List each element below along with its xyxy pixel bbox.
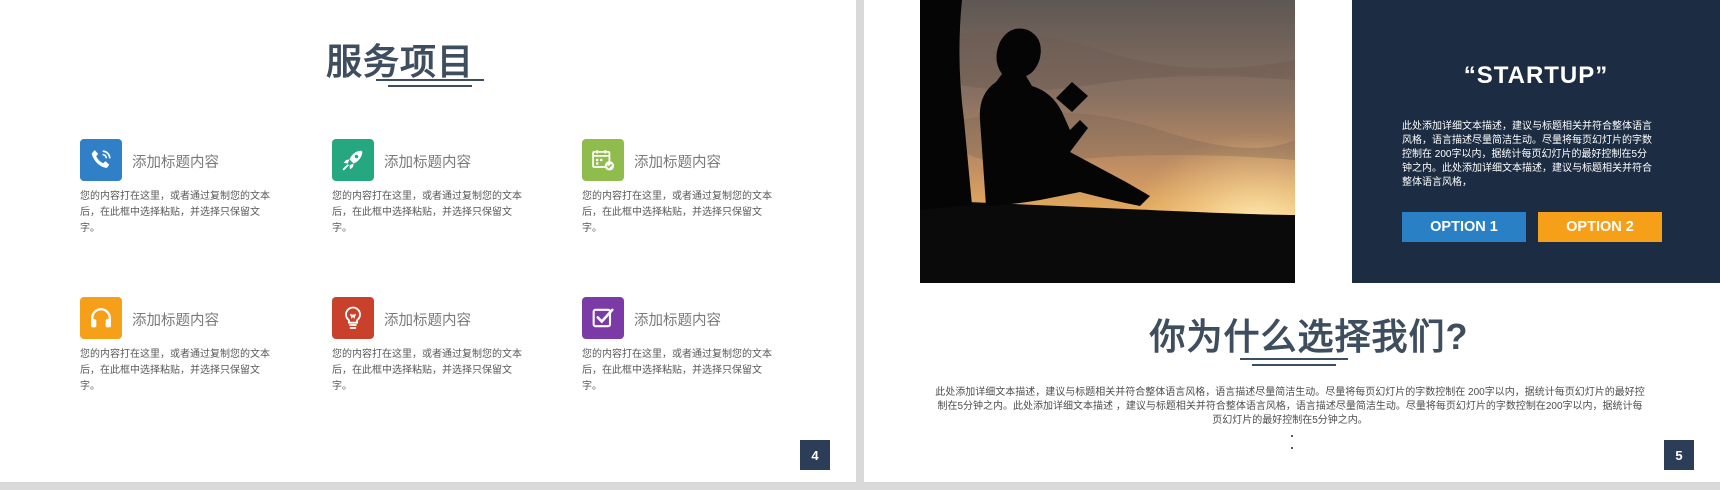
headphones-icon	[80, 297, 122, 339]
slide-5: “STARTUP” 此处添加详细文本描述，建议与标题相关并符合整体语言风格，语言…	[864, 0, 1720, 482]
startup-title: “STARTUP”	[1463, 62, 1609, 89]
decor-dot	[1291, 435, 1293, 437]
lightbulb-icon	[332, 297, 374, 339]
service-title: 添加标题内容	[384, 313, 471, 329]
option-1-button[interactable]: OPTION 1	[1402, 212, 1526, 242]
reading-silhouette-photo	[920, 0, 1295, 283]
title-underline	[1240, 358, 1348, 360]
service-title: 添加标题内容	[634, 155, 721, 171]
service-title: 添加标题内容	[132, 313, 219, 329]
page-number: 4	[800, 440, 830, 470]
rocket-icon	[332, 139, 374, 181]
page-title: 服务项目	[325, 41, 474, 82]
page-number: 5	[1664, 440, 1694, 470]
service-description: 您的内容打在这里，或者通过复制您的文本后，在此框中选择粘贴，并选择只保留文字。	[80, 349, 270, 392]
service-description: 您的内容打在这里，或者通过复制您的文本后，在此框中选择粘贴，并选择只保留文字。	[582, 349, 772, 392]
decor-dot	[1291, 447, 1293, 449]
section-description: 此处添加详细文本描述，建议与标题相关并符合整体语言风格，语言描述尽量简洁生动。尽…	[935, 387, 1645, 426]
startup-description: 此处添加详细文本描述，建议与标题相关并符合整体语言风格，语言描述尽量简洁生动。尽…	[1402, 121, 1652, 188]
service-description: 您的内容打在这里，或者通过复制您的文本后，在此框中选择粘贴，并选择只保留文字。	[80, 191, 270, 234]
option-2-button[interactable]: OPTION 2	[1538, 212, 1662, 242]
title-underline-short	[388, 85, 472, 87]
service-title: 添加标题内容	[384, 155, 471, 171]
service-description: 您的内容打在这里，或者通过复制您的文本后，在此框中选择粘贴，并选择只保留文字。	[332, 191, 522, 234]
slide-4: 服务项目 添加标题内容 您的内容打在这里，或者通过复制您的文本后，在此框中选择粘…	[0, 0, 856, 482]
service-title: 添加标题内容	[132, 155, 219, 171]
service-description: 您的内容打在这里，或者通过复制您的文本后，在此框中选择粘贴，并选择只保留文字。	[332, 349, 522, 392]
title-underline	[376, 79, 484, 81]
title-underline-short	[1252, 364, 1336, 366]
service-description: 您的内容打在这里，或者通过复制您的文本后，在此框中选择粘贴，并选择只保留文字。	[582, 191, 772, 234]
checkbox-icon	[582, 297, 624, 339]
startup-panel: “STARTUP” 此处添加详细文本描述，建议与标题相关并符合整体语言风格，语言…	[1352, 0, 1720, 283]
calendar-check-icon	[582, 139, 624, 181]
service-title: 添加标题内容	[634, 313, 721, 329]
phone-icon	[80, 139, 122, 181]
section-title: 你为什么选择我们?	[1149, 316, 1469, 357]
